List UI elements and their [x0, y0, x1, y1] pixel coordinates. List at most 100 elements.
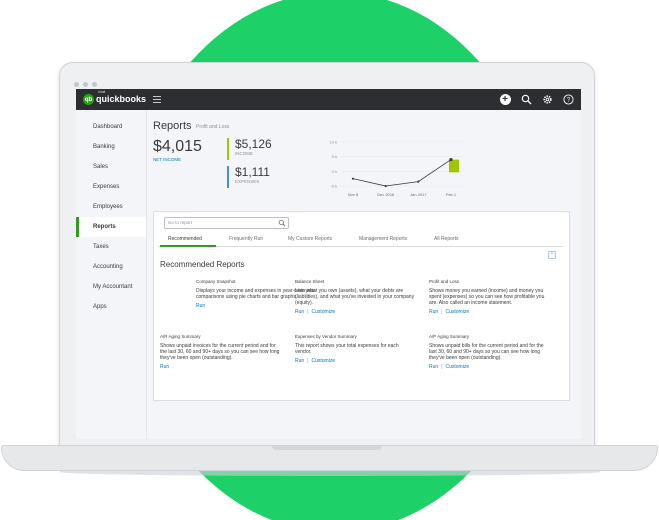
topbar-icons: + ?	[498, 92, 575, 106]
page-title: Reports	[153, 120, 192, 132]
data-point[interactable]	[351, 177, 355, 180]
x-tick-label: Jan 2017	[410, 192, 427, 197]
highlight-bar[interactable]	[449, 159, 459, 173]
series-line	[352, 159, 452, 187]
sidebar-item-label: Employees	[93, 204, 123, 210]
sidebar-item-label: Apps	[93, 304, 107, 310]
sidebar-item-label: Reports	[93, 224, 116, 230]
tab-management-reports[interactable]: Management Reports	[359, 236, 407, 242]
sidebar-item-expenses[interactable]: Expenses	[76, 177, 146, 197]
intuit-label: intuit	[98, 90, 106, 94]
sidebar-item-dashboard[interactable]: Dashboard	[76, 117, 146, 137]
run-link[interactable]: Run	[295, 358, 304, 364]
data-point[interactable]	[449, 158, 453, 162]
report-description: This report shows your total expenses fo…	[295, 343, 399, 355]
collapse-chevron-icon[interactable]: ⌃	[548, 251, 556, 259]
income-label: INCOME	[235, 151, 253, 156]
tab-frequently-run[interactable]: Frequently Run	[229, 236, 263, 242]
section-title: Recommended Reports	[160, 260, 245, 269]
link-separator: |	[441, 309, 443, 315]
report-card: Profit and Loss Shows money you earned (…	[429, 279, 549, 315]
income-value: $5,126	[235, 137, 272, 151]
sidebar-item-reports[interactable]: Reports	[76, 217, 146, 237]
svg-text:?: ?	[566, 97, 570, 103]
search-placeholder: Go to report	[168, 220, 193, 225]
sidebar-item-label: Taxes	[93, 244, 109, 250]
customize-link[interactable]: Customize	[312, 309, 336, 315]
data-point[interactable]	[384, 184, 387, 188]
tab-my-custom-reports[interactable]: My Custom Reports	[288, 236, 332, 242]
link-separator: |	[441, 364, 443, 370]
reports-panel: Go to report Recommended Frequently Run …	[153, 211, 570, 401]
y-tick-label: 0 k	[332, 169, 337, 174]
expenses-value: $1,111	[235, 165, 270, 179]
top-bar: qb intuit quickbooks + ?	[76, 89, 581, 110]
window-dot	[74, 82, 79, 87]
net-income-label[interactable]: NET INCOME	[153, 157, 181, 162]
report-name[interactable]: A/R Aging Summary	[160, 334, 280, 339]
x-tick-label: Nov 8	[348, 192, 359, 197]
gear-icon[interactable]	[540, 92, 554, 106]
sidebar-item-label: Dashboard	[93, 124, 123, 130]
sidebar-item-sales[interactable]: Sales	[76, 157, 146, 177]
data-point[interactable]	[417, 180, 420, 183]
report-links: Run | Customize	[429, 309, 549, 315]
active-tab-indicator	[160, 245, 216, 247]
customize-link[interactable]: Customize	[446, 364, 470, 370]
report-card: Expenses by Vendor Summary This report s…	[295, 334, 415, 364]
tab-all-reports[interactable]: All Reports	[434, 236, 458, 242]
app-screen: qb intuit quickbooks + ? Dashboard Banki…	[76, 89, 581, 439]
run-link[interactable]: Run	[295, 309, 304, 315]
help-icon[interactable]: ?	[561, 92, 575, 106]
main-content: Reports Profit and Loss $4,015 NET INCOM…	[147, 110, 581, 439]
search-icon[interactable]	[519, 92, 533, 106]
sidebar-item-label: Expenses	[93, 184, 120, 190]
income-stat: $5,126 INCOME	[227, 138, 272, 160]
sidebar-item-accounting[interactable]: Accounting	[76, 257, 146, 277]
profit-loss-chart: 10 k 5 k 0 k -5 k Nov 8 Dec 2016 Jan 2017 Feb 1	[329, 140, 463, 197]
customize-link[interactable]: Customize	[446, 309, 470, 315]
report-links: Run | Customize	[429, 364, 549, 370]
report-name[interactable]: Profit and Loss	[429, 279, 549, 284]
customize-link[interactable]: Customize	[312, 358, 336, 364]
laptop-base	[1, 445, 658, 471]
run-link[interactable]: Run	[429, 309, 438, 315]
report-links: Run | Customize	[295, 358, 415, 364]
report-name[interactable]: Expenses by Vendor Summary	[295, 334, 415, 339]
report-tabs: Recommended Frequently Run My Custom Rep…	[158, 235, 563, 247]
sidebar-item-label: My Accountant	[93, 284, 133, 290]
run-link[interactable]: Run	[160, 364, 169, 370]
expenses-label: EXPENSES	[235, 179, 260, 184]
laptop-frame: qb intuit quickbooks + ? Dashboard Banki…	[59, 62, 595, 452]
qb-logo-icon: qb	[83, 94, 94, 105]
x-tick-label: Feb 1	[446, 192, 457, 197]
report-description: Shows unpaid invoices for the current pe…	[160, 343, 280, 361]
menu-icon[interactable]	[153, 96, 161, 105]
quickbooks-logo[interactable]: qb intuit quickbooks	[83, 90, 147, 107]
expenses-stat: $1,111 EXPENSES	[227, 166, 270, 188]
sidebar-item-label: Accounting	[93, 264, 123, 270]
sidebar: Dashboard Banking Sales Expenses Employe…	[76, 110, 147, 439]
plus-icon[interactable]: +	[498, 92, 512, 106]
tab-recommended[interactable]: Recommended	[168, 236, 202, 242]
report-description: Shows unpaid bills for the current perio…	[429, 343, 544, 361]
report-links: Run	[160, 364, 280, 370]
sidebar-item-my-accountant[interactable]: My Accountant	[76, 277, 146, 297]
report-card: A/P Aging Summary Shows unpaid bills for…	[429, 334, 549, 370]
sidebar-item-apps[interactable]: Apps	[76, 297, 146, 317]
report-name[interactable]: A/P Aging Summary	[429, 334, 549, 339]
run-link[interactable]: Run	[196, 303, 205, 309]
search-input[interactable]: Go to report	[164, 217, 289, 229]
search-icon[interactable]	[278, 219, 286, 227]
sidebar-item-employees[interactable]: Employees	[76, 197, 146, 217]
sidebar-item-label: Sales	[93, 164, 109, 170]
window-dot	[92, 82, 97, 87]
window-dot	[83, 82, 88, 87]
report-name[interactable]: Balance Sheet	[295, 279, 415, 284]
report-card: Balance Sheet Lists what you own (assets…	[295, 279, 415, 315]
report-links: Run | Customize	[295, 309, 415, 315]
logo-text: quickbooks	[96, 94, 147, 104]
run-link[interactable]: Run	[429, 364, 438, 370]
sidebar-item-banking[interactable]: Banking	[76, 137, 146, 157]
sidebar-item-taxes[interactable]: Taxes	[76, 237, 146, 257]
